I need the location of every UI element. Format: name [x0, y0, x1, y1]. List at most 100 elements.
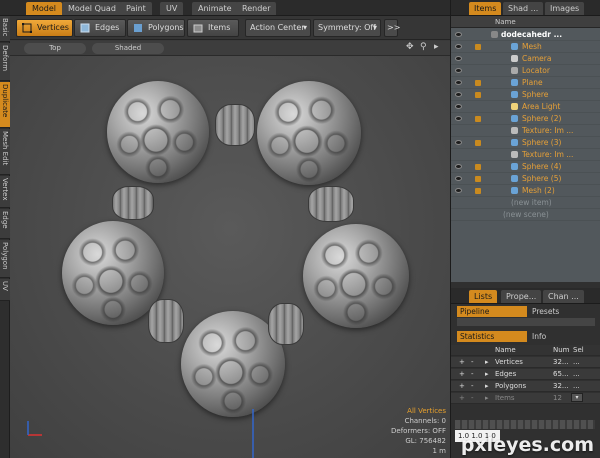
- render-toggle-icon[interactable]: [475, 176, 481, 182]
- tab-polygon[interactable]: Polygon: [0, 240, 10, 278]
- item-row[interactable]: Texture: Im ...: [451, 125, 600, 137]
- pipeline-collapsed-row[interactable]: [457, 318, 595, 326]
- vertices-button[interactable]: Vertices: [16, 19, 73, 37]
- tab-duplicate[interactable]: Duplicate: [0, 82, 10, 128]
- visibility-eye-icon[interactable]: [455, 140, 462, 145]
- item-row[interactable]: dodecahedr ...: [451, 29, 600, 41]
- item-row[interactable]: Mesh: [451, 41, 600, 53]
- add-icon[interactable]: +: [459, 381, 465, 392]
- items-button[interactable]: Items: [187, 19, 239, 37]
- visibility-eye-icon[interactable]: [455, 104, 462, 109]
- item-row[interactable]: Sphere (3): [451, 137, 600, 149]
- stats-row[interactable]: + - ▸ Edges 65......: [451, 369, 600, 380]
- visibility-eye-icon[interactable]: [455, 68, 462, 73]
- tab-uv-tools[interactable]: UV: [0, 279, 10, 301]
- item-row[interactable]: Locator: [451, 65, 600, 77]
- tab-vertex[interactable]: Vertex: [0, 176, 10, 208]
- expand-arrow-icon[interactable]: ▸: [485, 369, 489, 380]
- render-toggle-icon[interactable]: [475, 80, 481, 86]
- stats-row[interactable]: + - ▸ Vertices 32......: [451, 357, 600, 368]
- tab-basic[interactable]: Basic: [0, 16, 10, 42]
- item-row[interactable]: Plane: [451, 77, 600, 89]
- visibility-eye-icon[interactable]: [455, 80, 462, 85]
- add-icon[interactable]: +: [459, 369, 465, 380]
- polygons-button[interactable]: Polygons: [127, 19, 185, 37]
- 3d-viewport[interactable]: All Vertices Channels: 0 Deformers: OFF …: [10, 41, 450, 458]
- new-scene-row[interactable]: (new scene): [451, 209, 600, 221]
- visibility-eye-icon[interactable]: [455, 164, 462, 169]
- visibility-eye-icon[interactable]: [455, 176, 462, 181]
- texture-icon: [511, 151, 518, 158]
- move-view-icon[interactable]: ✥: [406, 42, 414, 52]
- group-icon: [491, 31, 498, 38]
- render-toggle-icon[interactable]: [475, 92, 481, 98]
- item-row-label: Sphere (5): [522, 174, 562, 183]
- lace-sphere-right: [303, 224, 409, 328]
- tab-images[interactable]: Images: [545, 2, 585, 15]
- visibility-eye-icon[interactable]: [455, 188, 462, 193]
- item-row[interactable]: Camera: [451, 53, 600, 65]
- tab-info[interactable]: Info: [529, 331, 589, 342]
- more-tools-button[interactable]: >>: [384, 19, 400, 37]
- visibility-eye-icon[interactable]: [455, 56, 462, 61]
- tab-mesh-edit[interactable]: Mesh Edit: [0, 129, 10, 175]
- render-toggle-icon[interactable]: [475, 116, 481, 122]
- remove-icon[interactable]: -: [471, 357, 474, 368]
- tab-model[interactable]: Model: [26, 2, 63, 15]
- tab-model-quad[interactable]: Model Quad: [62, 2, 122, 15]
- tab-channels[interactable]: Chan ...: [543, 290, 584, 303]
- visibility-eye-icon[interactable]: [455, 32, 462, 37]
- tab-animate[interactable]: Animate: [192, 2, 238, 15]
- visibility-eye-icon[interactable]: [455, 92, 462, 97]
- item-row[interactable]: Area Light: [451, 101, 600, 113]
- tab-pipeline[interactable]: Pipeline: [457, 306, 527, 317]
- tab-lists[interactable]: Lists: [469, 290, 498, 303]
- stats-row[interactable]: + - ▸ Polygons 32......: [451, 381, 600, 392]
- remove-icon[interactable]: -: [471, 369, 474, 380]
- tab-presets[interactable]: Presets: [529, 306, 589, 317]
- tab-statistics[interactable]: Statistics: [457, 331, 527, 342]
- tab-properties[interactable]: Prope...: [501, 290, 542, 303]
- tab-paint[interactable]: Paint: [120, 2, 152, 15]
- tab-deform[interactable]: Deform: [0, 43, 10, 81]
- viewport-options-icon[interactable]: ▸: [434, 42, 439, 52]
- render-toggle-icon[interactable]: [475, 164, 481, 170]
- shading-selector[interactable]: Shaded: [92, 43, 164, 54]
- color-swatch-bar[interactable]: [455, 420, 595, 429]
- tab-render[interactable]: Render: [236, 2, 277, 15]
- tab-edge-label: Edge: [1, 211, 9, 229]
- item-row[interactable]: Sphere: [451, 89, 600, 101]
- symmetry-dropdown[interactable]: Symmetry: Off ▾: [313, 19, 381, 37]
- tab-shader-tree[interactable]: Shad ...: [503, 2, 544, 15]
- render-toggle-icon[interactable]: [475, 44, 481, 50]
- expand-arrow-icon[interactable]: ▸: [485, 381, 489, 392]
- tab-edge[interactable]: Edge: [0, 209, 10, 239]
- add-icon[interactable]: +: [459, 393, 465, 404]
- render-toggle-icon[interactable]: [475, 188, 481, 194]
- remove-icon[interactable]: -: [471, 393, 474, 404]
- remove-icon[interactable]: -: [471, 381, 474, 392]
- tab-items[interactable]: Items: [469, 2, 502, 15]
- item-row[interactable]: Sphere (2): [451, 113, 600, 125]
- visibility-eye-icon[interactable]: [455, 44, 462, 49]
- item-list[interactable]: Name dodecahedr ... Mesh Camera Locator Plan…: [451, 16, 600, 282]
- mesh-icon: [511, 163, 518, 170]
- item-row[interactable]: Texture: Im ...: [451, 149, 600, 161]
- new-item-row[interactable]: (new item): [451, 197, 600, 209]
- item-row[interactable]: Sphere (5): [451, 173, 600, 185]
- camera-icon: [511, 55, 518, 62]
- visibility-eye-icon[interactable]: [455, 116, 462, 121]
- tab-uv[interactable]: UV: [160, 2, 184, 15]
- ring-connector: [215, 104, 255, 146]
- item-row[interactable]: Sphere (4): [451, 161, 600, 173]
- add-icon[interactable]: +: [459, 357, 465, 368]
- zoom-view-icon[interactable]: ⚲: [420, 42, 427, 52]
- stats-options-icon[interactable]: ▾: [571, 393, 583, 402]
- item-row[interactable]: Mesh (2): [451, 185, 600, 197]
- edges-button[interactable]: Edges: [74, 19, 126, 37]
- expand-arrow-icon[interactable]: ▸: [485, 357, 489, 368]
- expand-arrow-icon[interactable]: ▸: [485, 393, 489, 404]
- render-toggle-icon[interactable]: [475, 140, 481, 146]
- view-selector[interactable]: Top: [24, 43, 86, 54]
- action-center-dropdown[interactable]: Action Center ▾: [245, 19, 311, 37]
